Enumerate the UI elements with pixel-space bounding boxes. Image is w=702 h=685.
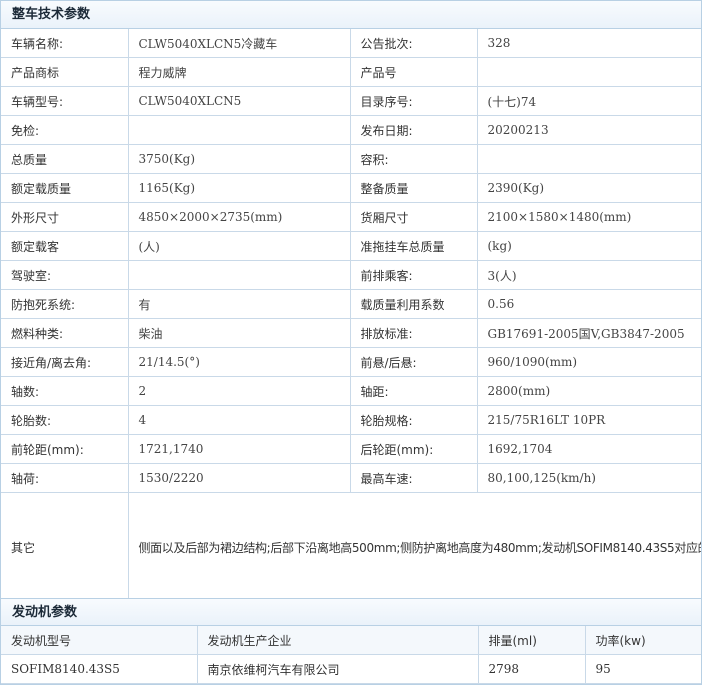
spec-value (128, 115, 351, 145)
spec-label: 货厢尺寸 (350, 202, 478, 232)
spec-value: 柴油 (128, 318, 351, 348)
spec-label: 轮胎数: (1, 405, 129, 435)
table-row: 防抱死系统: 有载质量利用系数 0.56 (1, 289, 701, 319)
spec-label: 前悬/后悬: (350, 347, 478, 377)
spec-label: 后轮距(mm): (350, 434, 478, 464)
engine-cell: 95 (585, 654, 701, 684)
spec-value: 1530/2220 (128, 463, 351, 493)
table-row: 驾驶室: 前排乘客: 3(人) (1, 260, 701, 290)
engine-section-title: 发动机参数 (1, 598, 701, 626)
spec-label: 发布日期: (350, 115, 478, 145)
spec-label: 轴数: (1, 376, 129, 406)
engine-cell: 2798 (478, 654, 586, 684)
table-row: 前轮距(mm): 1721,1740 后轮距(mm): 1692,1704 (1, 434, 701, 464)
table-row: 额定载质量 1165(Kg) 整备质量 2390(Kg) (1, 173, 701, 203)
table-row: 车辆名称: CLW5040XLCN5冷藏车 公告批次: 328 (1, 29, 701, 58)
spec-label: 容积: (350, 144, 478, 174)
spec-value: (十七)74 (477, 86, 701, 116)
spec-label: 前排乘客: (350, 260, 478, 290)
spec-label: 载质量利用系数 (350, 289, 478, 319)
spec-label: 防抱死系统: (1, 289, 129, 319)
engine-header-row: 发动机型号 发动机生产企业 排量(ml) 功率(kw) (1, 626, 701, 655)
spec-label: 产品号 (350, 57, 478, 87)
table-row: 外形尺寸 4850×2000×2735(mm) 货厢尺寸 2100×1580×1480… (1, 202, 701, 232)
vehicle-section-title: 整车技术参数 (1, 1, 701, 29)
other-row: 其它 侧面以及后部为裙边结构;后部下沿离地高500mm;侧防护离地高度为480m… (1, 492, 701, 603)
spec-value: 2 (128, 376, 351, 406)
spec-value: 20200213 (477, 115, 701, 145)
engine-cell: 南京依维柯汽车有限公司 (197, 654, 479, 684)
spec-value: CLW5040XLCN5 (128, 86, 351, 116)
other-label: 其它 (1, 492, 129, 603)
spec-label: 最高车速: (350, 463, 478, 493)
table-row: 燃料种类: 柴油 排放标准: GB17691-2005国V,GB3847-2005 (1, 318, 701, 348)
spec-label: 车辆名称: (1, 29, 129, 58)
spec-label: 轴距: (350, 376, 478, 406)
spec-label: 轮胎规格: (350, 405, 478, 435)
spec-label: 排放标准: (350, 318, 478, 348)
spec-label: 产品商标 (1, 57, 129, 87)
table-row: 接近角/离去角: 21/14.5(°) 前悬/后悬: 960/1090(mm) (1, 347, 701, 377)
spec-panel: 整车技术参数 车辆名称: CLW5040XLCN5冷藏车 公告批次: 328 产品商标程… (0, 0, 702, 685)
spec-label: 额定载客 (1, 231, 129, 261)
spec-value: 0.56 (477, 289, 701, 319)
spec-label: 接近角/离去角: (1, 347, 129, 377)
spec-label: 准拖挂车总质量 (350, 231, 478, 261)
spec-value: 3(人) (477, 260, 701, 290)
spec-label: 外形尺寸 (1, 202, 129, 232)
spec-value: 4850×2000×2735(mm) (128, 202, 351, 232)
spec-value: 2800(mm) (477, 376, 701, 406)
table-row: 免检: 发布日期: 20200213 (1, 115, 701, 145)
spec-label: 免检: (1, 115, 129, 145)
table-row: 轴数: 2 轴距: 2800(mm) (1, 376, 701, 406)
other-text: 侧面以及后部为裙边结构;后部下沿离地高500mm;侧防护离地高度为480mm;发… (128, 492, 701, 603)
spec-value: 328 (477, 29, 701, 58)
engine-cell: SOFIM8140.43S5 (1, 654, 198, 684)
engine-column-header: 发动机生产企业 (197, 626, 479, 655)
spec-value: 1721,1740 (128, 434, 351, 464)
spec-value (128, 260, 351, 290)
engine-column-header: 功率(kw) (585, 626, 701, 655)
spec-value: 215/75R16LT 10PR (477, 405, 701, 435)
table-row: 车辆型号: CLW5040XLCN5 目录序号: (十七)74 (1, 86, 701, 116)
spec-label: 额定载质量 (1, 173, 129, 203)
spec-label: 总质量 (1, 144, 129, 174)
table-row: 轴荷: 1530/2220 最高车速: 80,100,125(km/h) (1, 463, 701, 493)
engine-column-header: 发动机型号 (1, 626, 198, 655)
engine-row: SOFIM8140.43S5 南京依维柯汽车有限公司 2798 95 (1, 654, 701, 684)
spec-value: 程力威牌 (128, 57, 351, 87)
table-row: 轮胎数: 4 轮胎规格: 215/75R16LT 10PR (1, 405, 701, 435)
spec-value: 21/14.5(°) (128, 347, 351, 377)
spec-value: 2390(Kg) (477, 173, 701, 203)
spec-value: CLW5040XLCN5冷藏车 (128, 29, 351, 58)
spec-value: 80,100,125(km/h) (477, 463, 701, 493)
spec-label: 燃料种类: (1, 318, 129, 348)
vehicle-spec-table: 车辆名称: CLW5040XLCN5冷藏车 公告批次: 328 产品商标 程力威牌 产品号车… (1, 29, 701, 603)
table-row: 额定载客 (人) 准拖挂车总质量 (kg) (1, 231, 701, 261)
spec-label: 驾驶室: (1, 260, 129, 290)
spec-value: GB17691-2005国V,GB3847-2005 (477, 318, 701, 348)
spec-label: 车辆型号: (1, 86, 129, 116)
engine-column-header: 排量(ml) (478, 626, 586, 655)
spec-value: 3750(Kg) (128, 144, 351, 174)
spec-value: (人) (128, 231, 351, 261)
spec-value: 2100×1580×1480(mm) (477, 202, 701, 232)
table-row: 总质量 3750(Kg) 容积: (1, 144, 701, 174)
spec-value (477, 144, 701, 174)
table-row: 产品商标 程力威牌 产品号 (1, 57, 701, 87)
spec-label: 目录序号: (350, 86, 478, 116)
spec-value (477, 57, 701, 87)
spec-label: 前轮距(mm): (1, 434, 129, 464)
spec-value: 1165(Kg) (128, 173, 351, 203)
spec-value: 4 (128, 405, 351, 435)
engine-spec-table: 发动机型号 发动机生产企业 排量(ml) 功率(kw) SOFIM8140.43S5 南京… (1, 626, 701, 684)
spec-value: (kg) (477, 231, 701, 261)
spec-value: 有 (128, 289, 351, 319)
spec-label: 轴荷: (1, 463, 129, 493)
spec-label: 整备质量 (350, 173, 478, 203)
spec-value: 960/1090(mm) (477, 347, 701, 377)
spec-value: 1692,1704 (477, 434, 701, 464)
spec-label: 公告批次: (350, 29, 478, 58)
